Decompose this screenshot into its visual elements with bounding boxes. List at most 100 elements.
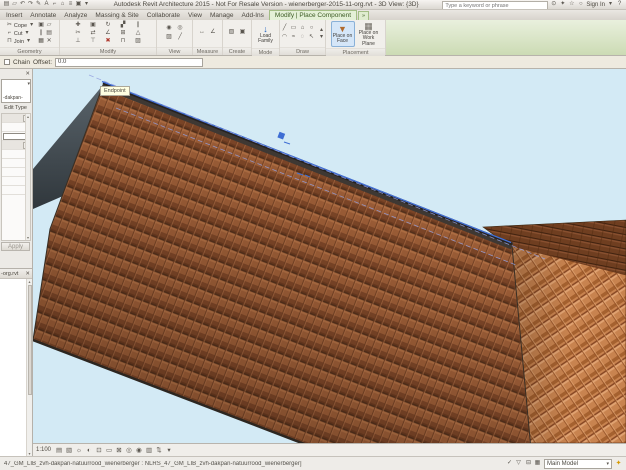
copy-icon[interactable]: ▣ [90,22,97,29]
circle-tool-icon[interactable]: ○ [308,25,315,32]
ellipse-tool-icon[interactable]: ◌ [299,34,306,41]
infocenter-dropdown-icon[interactable]: ▾ [607,1,614,8]
collapsed-tab[interactable]: » [358,11,369,20]
paste-icon[interactable]: ▣ [37,22,45,29]
line-tool-icon[interactable]: ╱ [281,25,288,32]
draw-scroll-down-icon[interactable]: ▾ [318,34,325,41]
cope-button[interactable]: ✂ Cope ▾ [6,22,35,29]
reveal-hidden-icon[interactable]: ◉ [166,25,173,32]
tab-collaborate[interactable]: Collaborate [143,11,184,20]
measure-angle-icon[interactable]: ∠ [210,29,217,36]
default-3d-view-icon[interactable]: ⌂ [59,1,66,8]
scale-button[interactable]: 1:100 [36,447,53,453]
qat-more-icon[interactable]: ▾ [83,1,90,8]
shadows-icon[interactable]: ◐ [85,446,93,455]
crop-view-icon[interactable]: ⊡ [95,446,103,455]
detail-level-icon[interactable]: ▤ [55,446,63,455]
editable-only-icon[interactable]: ✓ [506,460,513,467]
place-on-work-plane-button[interactable]: ▦ Place on Work Plane [357,21,381,47]
scrollbar-thumb[interactable] [28,285,32,395]
scroll-up-icon[interactable]: ▴ [27,114,29,119]
polygon-tool-icon[interactable]: ⌂ [299,25,306,32]
edit-type-button[interactable]: Edit Type [1,104,31,113]
measure-length-icon[interactable]: ↔ [199,29,206,36]
apply-button[interactable]: Apply [1,242,30,251]
mirror-icon[interactable]: ▞ [120,22,127,29]
design-option-select[interactable]: Main Model ▾ [544,459,612,469]
offset-input[interactable] [55,58,203,67]
wall-icon[interactable]: ▤ [45,30,53,37]
lock-view-icon[interactable]: ⊠ [115,446,123,455]
tab-massing-site[interactable]: Massing & Site [91,11,142,20]
infocenter-search[interactable] [442,1,548,9]
tab-manage[interactable]: Manage [206,11,238,20]
pick-line-tool-icon[interactable]: ↖ [308,34,315,41]
tab-analyze[interactable]: Analyze [60,11,91,20]
load-family-button[interactable]: ↓ Load Family [254,21,277,47]
tab-modify-place-component[interactable]: Modify | Place Component [269,10,357,20]
sun-path-icon[interactable]: ☼ [75,446,83,455]
place-on-face-button[interactable]: ▼ Place on Face [331,21,355,47]
linework-icon[interactable]: ╱ [177,34,184,41]
unpin-icon[interactable]: ⊤ [90,38,97,45]
trim-icon[interactable]: ∠ [105,30,112,37]
pin-icon[interactable]: ⊥ [75,38,82,45]
show-crop-icon[interactable]: ▭ [105,446,113,455]
scroll-up-icon[interactable]: ▴ [28,279,30,284]
browser-scrollbar[interactable]: ▴ ▾ [26,279,32,456]
cut-geometry-icon[interactable]: ▱ [45,22,53,29]
sign-in-button[interactable]: Sign In [586,2,605,8]
cut-button[interactable]: ⌐ Cut ▾ [6,30,35,37]
rotate-icon[interactable]: ↻ [105,22,112,29]
apply-coping-icon[interactable]: ∥ [37,30,45,37]
activate-dimensions-icon[interactable]: ⊟ [525,460,532,467]
hip-roof-plane[interactable] [512,246,626,443]
visual-style-icon[interactable]: ▧ [65,446,73,455]
move-icon[interactable]: ✚ [75,22,82,29]
arc-tool-icon[interactable]: ◠ [281,34,288,41]
titlebar-right-icons[interactable]: ▾? [607,1,623,8]
undo-icon[interactable]: ↶ [19,1,26,8]
switch-windows-icon[interactable]: ▣ [75,1,82,8]
hide-elements-icon[interactable]: ◎ [177,25,184,32]
viewbar-more-icon[interactable]: ▾ [165,446,173,455]
floor-icon[interactable]: ▦ [37,38,45,45]
rectangle-tool-icon[interactable]: ▭ [290,25,297,32]
app-menu-icon[interactable]: ▤ [3,1,10,8]
type-selector[interactable]: -dakpan- ▾ [1,79,31,103]
join-geometry-icon[interactable]: ⊓ [120,38,127,45]
warning-icon[interactable]: ✦ [615,460,622,467]
ribbon-tabs[interactable]: InsertAnnotateAnalyzeMassing & SiteColla… [2,11,268,20]
modify-icon[interactable]: ✎ [35,1,42,8]
array-icon[interactable]: ⊞ [120,30,127,37]
project-browser-tree[interactable]: ▴ ▾ [0,279,32,456]
redo-icon[interactable]: ↷ [27,1,34,8]
hide-isolate-icon[interactable]: ◎ [125,446,133,455]
tab-add-ins[interactable]: Add-Ins [238,11,268,20]
open-icon[interactable]: ▱ [11,1,18,8]
user-icon[interactable]: ○ [577,1,584,8]
draw-scroll-up-icon[interactable]: ▴ [318,27,325,34]
offset-icon[interactable]: ⇄ [90,30,97,37]
reveal-hidden-icon[interactable]: ◉ [135,446,143,455]
spline-tool-icon[interactable]: ≈ [290,34,297,41]
split-icon[interactable]: ✂ [75,30,82,37]
close-project-browser-icon[interactable]: ✕ [25,271,31,277]
search-icon[interactable]: ⊙ [550,1,557,8]
join-button[interactable]: ⊓ Join ▾ [6,38,35,45]
tab-insert[interactable]: Insert [2,11,26,20]
drawing-area[interactable]: Endpoint [33,69,626,443]
align-icon[interactable]: ∥ [135,22,142,29]
chain-checkbox[interactable] [4,59,10,65]
create-group-icon[interactable]: ▧ [228,29,235,36]
search-input[interactable] [443,3,547,9]
worksharing-display-icon[interactable]: ▥ [145,446,153,455]
dimension-icon[interactable]: ⌐ [51,1,58,8]
infocenter-icons[interactable]: ⊙✦☆○ [550,1,584,8]
help-icon[interactable]: ? [616,1,623,8]
constraints-icon[interactable]: ⇅ [155,446,163,455]
scroll-down-icon[interactable]: ▾ [28,451,30,456]
thin-lines-icon[interactable]: ≡ [67,1,74,8]
press-drag-icon[interactable]: ▦ [534,460,541,467]
properties-scrollbar[interactable]: ▴ ▾ [25,114,30,240]
